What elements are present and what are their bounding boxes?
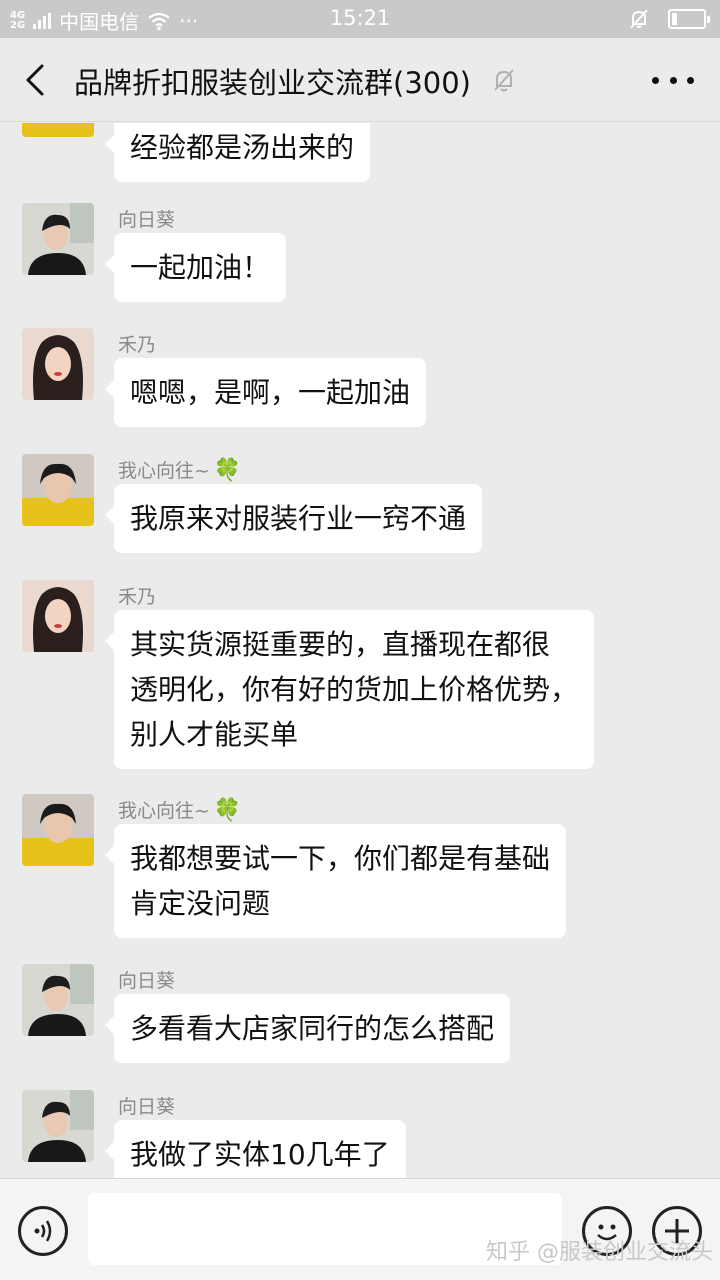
- sender-name: 向日葵: [118, 970, 176, 992]
- sender-name: 禾乃: [118, 334, 157, 356]
- watermark: 知乎 @服装创业交流头: [486, 1240, 713, 1265]
- status-bar: 4G 2G 中国电信 ··· 15:21: [0, 0, 720, 38]
- message-text: 我做了实体10几年了: [130, 1138, 390, 1171]
- message-text: 嗯嗯，是啊，一起加油: [130, 376, 411, 409]
- chat-header: 品牌折扣服装创业交流群(300): [0, 38, 720, 122]
- battery-level-fill: [672, 13, 677, 25]
- message-bubble[interactable]: 嗯嗯，是啊，一起加油: [104, 358, 427, 427]
- avatar-yellow-shirt-icon: [22, 794, 94, 866]
- avatar[interactable]: [22, 964, 94, 1036]
- message-bubble[interactable]: 我原来对服装行业一窍不通: [104, 484, 483, 553]
- status-time: 15:21: [329, 6, 391, 30]
- more-dot-icon: [687, 76, 694, 84]
- message-bubble[interactable]: 一起加油！: [104, 233, 287, 302]
- more-dot-icon: [652, 76, 659, 84]
- message-text-line: 别人才能买单: [130, 718, 299, 751]
- message-bubble[interactable]: 其实货源挺重要的，直播现在都很 透明化，你有好的货加上价格优势， 别人才能买单: [104, 610, 595, 769]
- message-text: 经验都是汤出来的: [130, 131, 355, 164]
- avatar[interactable]: [22, 454, 94, 526]
- more-dot-icon: [669, 76, 677, 84]
- mute-notification-icon: [494, 69, 514, 92]
- message-text-line: 透明化，你有好的货加上价格优势，: [130, 673, 579, 706]
- message-bubble[interactable]: 我做了实体10几年了: [105, 1120, 406, 1178]
- message-text: 我原来对服装行业一窍不通: [130, 502, 467, 535]
- message-bubble[interactable]: 经验都是汤出来的: [104, 123, 371, 182]
- sender-name: 我心向往~ 🍀: [118, 456, 241, 483]
- sender-name: 向日葵: [118, 1096, 176, 1118]
- message-text-line: 我都想要试一下，你们都是有基础: [130, 842, 551, 875]
- avatar[interactable]: [22, 794, 94, 866]
- chat-screen: 4G 2G 中国电信 ··· 15:21 品牌折扣服装创业交流群(300) 经验…: [0, 0, 720, 1280]
- voice-wave-icon: [34, 1220, 52, 1242]
- avatar-yellow-shirt-icon: [22, 454, 94, 526]
- silent-mode-icon: [630, 9, 648, 29]
- battery-icon: [668, 9, 710, 29]
- avatar-black-top-icon: [22, 203, 94, 275]
- clover-emoji-icon: 🍀: [213, 798, 242, 823]
- message-text-line: 肯定没问题: [130, 887, 271, 920]
- avatar-long-hair-icon: [22, 328, 94, 400]
- clover-emoji-icon: 🍀: [213, 458, 242, 483]
- avatar-yellow-shirt-icon: [22, 123, 94, 137]
- avatar-black-top-icon: [22, 964, 94, 1036]
- sender-name-text: 我心向往~: [118, 460, 210, 482]
- voice-input-button[interactable]: [18, 1206, 68, 1256]
- message-bubble[interactable]: 多看看大店家同行的怎么搭配: [104, 994, 511, 1063]
- avatar[interactable]: [22, 1090, 94, 1162]
- avatar[interactable]: [22, 328, 94, 400]
- message-text: 多看看大店家同行的怎么搭配: [130, 1012, 495, 1045]
- sender-name: 向日葵: [118, 209, 176, 231]
- group-title: 品牌折扣服装创业交流群(300): [74, 66, 471, 100]
- more-options-button[interactable]: [652, 66, 694, 94]
- message-bubble[interactable]: 我都想要试一下，你们都是有基础 肯定没问题: [104, 824, 567, 938]
- avatar[interactable]: [22, 123, 94, 137]
- avatar-long-hair-icon: [22, 580, 94, 652]
- sender-name: 我心向往~ 🍀: [118, 796, 241, 823]
- avatar[interactable]: [22, 203, 94, 275]
- message-text: 一起加油！: [130, 251, 271, 284]
- message-text-line: 其实货源挺重要的，直播现在都很: [130, 628, 551, 661]
- message-list[interactable]: 经验都是汤出来的 向日葵 一起加油！ 禾乃 嗯嗯，是啊，一起加油 我心向往~ 🍀…: [0, 123, 720, 1178]
- sender-name: 禾乃: [118, 586, 157, 608]
- avatar-black-top-icon: [22, 1090, 94, 1162]
- avatar[interactable]: [22, 580, 94, 652]
- back-button[interactable]: [18, 60, 58, 100]
- sender-name-text: 我心向往~: [118, 800, 210, 822]
